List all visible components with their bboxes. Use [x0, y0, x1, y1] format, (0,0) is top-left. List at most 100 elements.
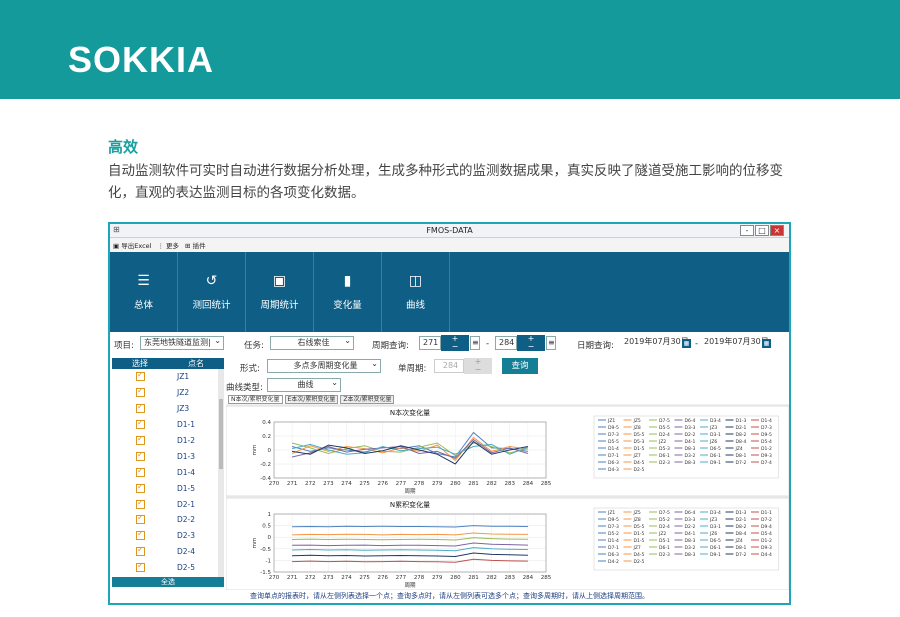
legend-label: D8-3: [685, 552, 696, 558]
point-row[interactable]: D2-5: [112, 560, 224, 576]
point-checkbox[interactable]: [136, 370, 145, 382]
point-row[interactable]: JZ1: [112, 369, 224, 385]
point-row[interactable]: D2-4: [112, 544, 224, 560]
legend-label: D9-4: [761, 524, 772, 530]
period-from-list-icon[interactable]: ≡: [470, 336, 480, 350]
x-tick-label: 272: [305, 575, 316, 581]
project-select[interactable]: 东莞地铁隧道监测|: [140, 336, 224, 350]
x-tick-label: 281: [468, 481, 479, 487]
legend-label: D5-2: [659, 517, 670, 523]
point-name: D2-2: [177, 515, 196, 525]
select-all-button[interactable]: 全选: [112, 577, 224, 587]
period-to-input[interactable]: 284: [495, 336, 517, 350]
point-checkbox[interactable]: [136, 529, 145, 541]
x-tick-label: 272: [305, 481, 316, 487]
point-name: D1-5: [177, 483, 196, 493]
legend-label: D8-4: [736, 439, 747, 445]
tab-z-change[interactable]: Z本次/累积变化量: [340, 395, 395, 404]
plugin-menu[interactable]: ⊞ 插件: [185, 240, 206, 250]
legend-label: D3-3: [685, 517, 696, 523]
point-row[interactable]: D2-3: [112, 528, 224, 544]
point-checkbox[interactable]: [136, 545, 145, 557]
point-name: JZ1: [177, 372, 190, 382]
point-row[interactable]: D1-2: [112, 433, 224, 449]
point-row[interactable]: D1-4: [112, 464, 224, 480]
point-list-scrollbar[interactable]: [218, 369, 224, 577]
legend-label: D2-1: [736, 517, 747, 523]
tab-e-change[interactable]: E本次/累积变化量: [284, 395, 339, 404]
legend-label: JZ3: [709, 425, 717, 431]
point-checkbox[interactable]: [136, 402, 145, 414]
legend-label: D2-3: [659, 552, 670, 558]
point-row[interactable]: JZ2: [112, 385, 224, 401]
legend-label: D3-4: [710, 510, 721, 516]
legend-label: D6-1: [659, 453, 670, 459]
point-checkbox[interactable]: [136, 498, 145, 509]
point-checkbox[interactable]: [136, 482, 145, 493]
minimize-button[interactable]: -: [740, 225, 754, 236]
ribbon-overall-button[interactable]: ☰ 总体: [110, 252, 178, 332]
y-axis-label: mm: [252, 538, 258, 549]
query-button[interactable]: 查询: [502, 358, 538, 374]
point-checkbox[interactable]: [136, 386, 145, 398]
point-checkbox[interactable]: [136, 561, 145, 573]
calendar-icon[interactable]: ▦: [762, 339, 771, 348]
x-tick-label: 285: [541, 575, 552, 581]
point-row[interactable]: D1-3: [112, 448, 224, 464]
legend-label: D6-3: [608, 552, 619, 558]
legend-label: D3-3: [685, 425, 696, 431]
point-row[interactable]: JZ3: [112, 401, 224, 417]
point-checkbox[interactable]: [136, 466, 145, 477]
point-checkbox[interactable]: [136, 513, 145, 525]
chart-tabs: N本次/累积变化量 E本次/累积变化量 Z本次/累积变化量: [228, 395, 395, 404]
legend-label: D6-5: [710, 538, 721, 544]
period-from-stepper[interactable]: + −: [441, 335, 469, 351]
task-select[interactable]: 右线索佳: [270, 336, 354, 350]
legend-label: D1-3: [736, 510, 747, 516]
legend-label: D6-4: [685, 510, 696, 516]
x-tick-label: 279: [432, 481, 443, 487]
x-tick-label: 278: [414, 481, 425, 487]
point-checkbox[interactable]: [136, 418, 145, 430]
calendar-icon[interactable]: ▦: [682, 339, 691, 348]
date-range-dash: -: [695, 339, 699, 349]
legend-label: D1-5: [634, 531, 645, 537]
ribbon-round-stat-button[interactable]: ↺ 测回统计: [178, 252, 246, 332]
curve-type-select[interactable]: 曲线: [267, 378, 341, 392]
point-row[interactable]: D1-5: [112, 480, 224, 496]
legend-label: D7-3: [761, 425, 772, 431]
form-select[interactable]: 多点多周期变化量: [267, 359, 381, 373]
legend-label: D1-3: [736, 418, 747, 424]
point-checkbox[interactable]: [136, 450, 145, 461]
point-row[interactable]: D1-1: [112, 417, 224, 433]
point-row[interactable]: D2-1: [112, 496, 224, 512]
y-tick-label: 1: [268, 512, 272, 518]
point-row[interactable]: D2-2: [112, 512, 224, 528]
point-name: JZ3: [177, 404, 190, 414]
period-to-stepper[interactable]: + −: [517, 335, 545, 351]
single-period-input[interactable]: 284: [434, 359, 464, 373]
single-period-stepper[interactable]: + −: [464, 358, 492, 374]
maximize-button[interactable]: □: [755, 225, 769, 236]
legend-label: D9-5: [608, 517, 619, 523]
legend-label: JZ3: [709, 517, 717, 523]
more-menu[interactable]: ⋮ 更多: [157, 240, 179, 250]
period-from-input[interactable]: 271: [419, 336, 441, 350]
ribbon-change-button[interactable]: ▮ 变化量: [314, 252, 382, 332]
legend-label: D9-1: [710, 552, 721, 558]
export-excel-menu[interactable]: ▣ 导出Excel: [113, 240, 151, 250]
period-to-list-icon[interactable]: ≡: [546, 336, 556, 350]
tab-n-change[interactable]: N本次/累积变化量: [228, 395, 283, 404]
legend-label: D6-1: [710, 453, 721, 459]
point-checkbox[interactable]: [136, 434, 145, 445]
x-tick-label: 282: [486, 481, 497, 487]
legend-label: D2-5: [634, 467, 645, 473]
ribbon-curve-button[interactable]: ◫ 曲线: [382, 252, 450, 332]
x-tick-label: 284: [523, 575, 534, 581]
legend-label: D1-5: [634, 446, 645, 452]
section-description: 自动监测软件可实时自动进行数据分析处理，生成多种形式的监测数据成果，真实反映了隧…: [108, 163, 783, 201]
legend-label: D7-5: [659, 418, 670, 424]
ribbon-period-stat-button[interactable]: ▣ 周期统计: [246, 252, 314, 332]
export-icon: ▣: [113, 242, 120, 250]
close-button[interactable]: ×: [770, 225, 784, 236]
